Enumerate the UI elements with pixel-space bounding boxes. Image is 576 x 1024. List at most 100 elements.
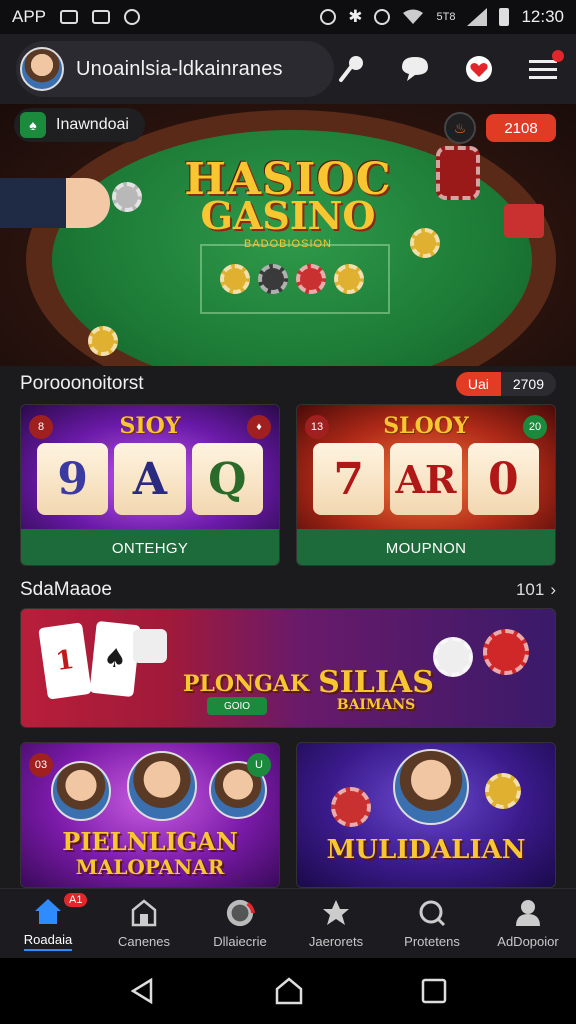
hero-banner[interactable]: HASIOC GASINO BADOBIOSION ♠ Inawndoai ♨ … xyxy=(0,104,576,366)
slot-reels: 9 A Q xyxy=(37,443,263,515)
chip-icon xyxy=(485,773,521,809)
system-nav-bar xyxy=(0,958,576,1024)
favorites-button[interactable] xyxy=(462,52,496,86)
notification-icon xyxy=(92,10,111,24)
character-image xyxy=(127,751,197,821)
promotions-header: Porooonoitorst Uai 2709 xyxy=(20,370,556,398)
hero-subtitle: BADOBIOSION xyxy=(243,238,333,250)
game-logo: SIOY xyxy=(119,413,181,439)
store-icon xyxy=(129,898,159,928)
menu-icon xyxy=(529,60,557,79)
chip-icon xyxy=(296,264,326,294)
nav-label: Canenes xyxy=(117,934,171,949)
nav-label: AdDopoior xyxy=(497,934,559,949)
home-icon[interactable] xyxy=(274,976,304,1006)
nav-badge: A1 xyxy=(64,893,88,907)
game-card-badge: 13 xyxy=(305,415,329,439)
game-banner[interactable]: MULIDALIAN xyxy=(296,742,556,888)
game-logo: SLOOY xyxy=(383,413,469,439)
nav-label: Protetens xyxy=(404,934,460,949)
nav-item-promotions[interactable]: Protetens xyxy=(384,889,480,958)
home-icon xyxy=(33,896,63,926)
promotions-title: Porooonoitorst xyxy=(20,373,144,394)
nav-label: Jaerorets xyxy=(308,934,364,949)
banner-right-title: SILIAS xyxy=(318,665,434,700)
clock: 12:30 xyxy=(521,7,564,26)
chip-icon xyxy=(88,326,118,356)
showcase-title: SdaMaaoe xyxy=(20,579,112,600)
hero-category-label: Inawndoai xyxy=(56,116,129,133)
banner-subtitle: MALOPANAR xyxy=(75,855,225,879)
nav-label: Dllaiecrie xyxy=(213,934,267,949)
banner-title: PIELNLIGAN xyxy=(62,827,238,856)
game-card-badge: 20 xyxy=(523,415,547,439)
hero-title-line2: GASINO xyxy=(200,193,376,238)
see-all-count[interactable]: 101 xyxy=(516,580,544,600)
game-banner[interactable]: 1 ♠ PLONGAK GOIO SILIAS BAIMANS xyxy=(20,608,556,728)
notification-badge xyxy=(552,50,564,62)
character-image xyxy=(393,749,469,825)
promotions-badge-red[interactable]: Uai xyxy=(455,372,501,396)
nav-item-profile[interactable]: AdDopoior xyxy=(480,889,576,958)
showcase-header: SdaMaaoe 101 › xyxy=(20,576,556,604)
wifi-icon xyxy=(403,9,424,24)
chip-icon xyxy=(258,264,288,294)
chat-button[interactable] xyxy=(398,52,432,86)
see-all-link[interactable]: 101 › xyxy=(516,580,556,600)
chip-icon xyxy=(220,264,250,294)
nav-item-live[interactable]: Dllaiecrie xyxy=(192,889,288,958)
menu-button[interactable] xyxy=(526,50,564,86)
hero-info-button[interactable]: ♨ xyxy=(444,112,476,144)
game-icon: ♠ xyxy=(20,112,46,138)
data-icon xyxy=(374,9,391,25)
slot-reels: 7 AR 0 xyxy=(313,443,539,515)
banner-badge: U xyxy=(247,753,271,777)
heart-icon xyxy=(466,56,492,82)
hero-jackpot-badge: 2108 xyxy=(486,114,556,142)
slot-reel: Q xyxy=(191,443,263,515)
promotions-filter[interactable]: Uai 2709 xyxy=(455,372,556,396)
status-app-label: APP xyxy=(12,7,47,26)
character-image xyxy=(51,761,111,821)
user-name: Unoainlsia-ldkainranes xyxy=(76,57,283,80)
promotions-badge-dark[interactable]: 2709 xyxy=(500,372,556,396)
nav-item-home[interactable]: Roadaia A1 xyxy=(0,889,96,958)
banner-left-title: PLONGAK xyxy=(182,671,310,697)
status-bar: APP ✱ 5T8 12:30 xyxy=(0,0,576,34)
game-banner[interactable]: 03 U PIELNLIGAN MALOPANAR xyxy=(20,742,280,888)
app-header: Unoainlsia-ldkainranes xyxy=(0,34,576,104)
fire-icon: ♨ xyxy=(453,119,467,136)
search-icon xyxy=(417,898,447,928)
banner-badge: 03 xyxy=(29,753,53,777)
user-profile-pill[interactable]: Unoainlsia-ldkainranes xyxy=(16,41,334,97)
banner-left-badge: GOIO xyxy=(207,697,267,715)
back-icon[interactable] xyxy=(129,977,157,1005)
chip-icon xyxy=(225,898,255,928)
dice-icon xyxy=(133,629,167,663)
banner-title: MULIDALIAN xyxy=(326,835,526,865)
bottom-nav: Roadaia A1 Canenes Dllaiecrie Jaerorets … xyxy=(0,888,576,958)
game-card-badge: 8 xyxy=(29,415,53,439)
bluetooth-icon: ✱ xyxy=(348,7,363,26)
slot-reel: AR xyxy=(390,443,462,515)
chat-icon xyxy=(402,57,428,81)
star-icon xyxy=(321,898,351,928)
chip-icon xyxy=(483,629,529,675)
hero-category-badge[interactable]: ♠ Inawndoai xyxy=(14,108,145,142)
nav-item-games[interactable]: Canenes xyxy=(96,889,192,958)
recents-icon[interactable] xyxy=(421,978,447,1004)
game-card[interactable]: SLOOY 7 AR 0 13 20 MOUPNON xyxy=(296,404,556,566)
battery-icon xyxy=(499,8,510,26)
chevron-right-icon: › xyxy=(550,580,556,599)
alarm-icon xyxy=(320,9,337,25)
microphone-button[interactable] xyxy=(334,52,368,86)
chip-icon xyxy=(433,637,473,677)
favorite-icon[interactable]: ♦ xyxy=(247,415,271,439)
profile-icon xyxy=(513,898,543,928)
chip-icon xyxy=(334,264,364,294)
nav-item-favorites[interactable]: Jaerorets xyxy=(288,889,384,958)
chip-icon xyxy=(331,787,371,827)
avatar[interactable] xyxy=(20,47,64,91)
game-card[interactable]: SIOY 9 A Q 8 ♦ ONTEHGY xyxy=(20,404,280,566)
hero-title: HASIOC GASINO xyxy=(0,158,576,238)
